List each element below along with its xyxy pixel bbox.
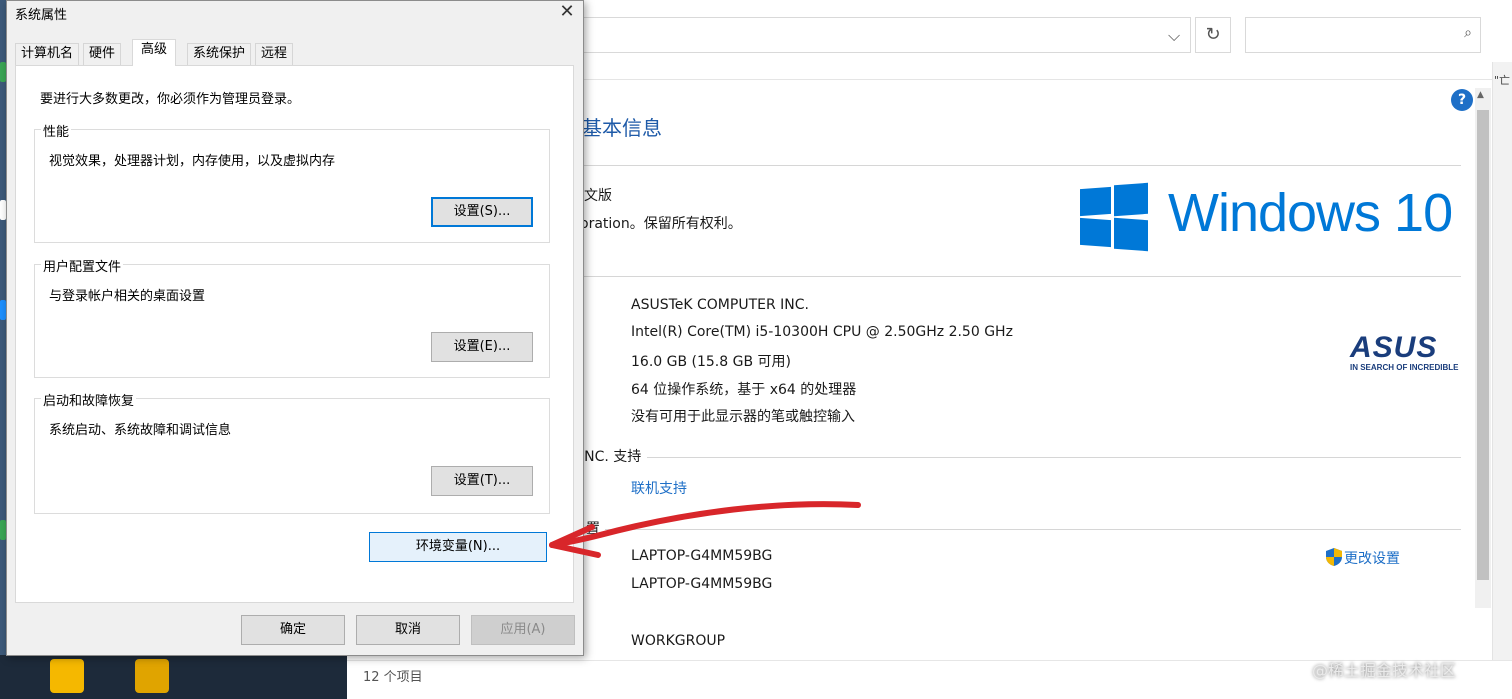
watermark: @稀土掘金技术社区	[1312, 661, 1457, 680]
environment-variables-button[interactable]: 环境变量(N)...	[369, 532, 547, 562]
app-shortcut-icon[interactable]	[135, 659, 169, 693]
system-properties-dialog: 系统属性 ✕ 计算机名 硬件 高级 系统保护 远程 要进行大多数更改，你必须作为…	[6, 0, 584, 656]
scroll-thumb[interactable]	[1477, 110, 1489, 580]
user-profiles-group: 用户配置文件 与登录帐户相关的桌面设置 设置(E)...	[34, 256, 550, 378]
chevron-down-icon[interactable]: ⌵	[1168, 26, 1180, 46]
tab-hardware[interactable]: 硬件	[83, 43, 122, 65]
divider	[579, 276, 1461, 277]
windows-10-logo-text: Windows 10	[1168, 183, 1453, 243]
shield-icon	[1326, 548, 1342, 566]
tab-advanced[interactable]: 高级	[132, 39, 177, 66]
asus-logo-word: ASUS	[1350, 331, 1438, 364]
divider	[647, 457, 1461, 458]
admin-notice: 要进行大多数更改，你必须作为管理员登录。	[40, 92, 301, 107]
group-description: 与登录帐户相关的桌面设置	[49, 289, 206, 304]
adjacent-window-edge	[1492, 62, 1512, 699]
startup-recovery-group: 启动和故障恢复 系统启动、系统故障和调试信息 设置(T)...	[34, 390, 550, 514]
support-section-header: INC. 支持	[580, 449, 642, 465]
group-label: 性能	[41, 121, 72, 140]
search-input[interactable]: ⌕	[1245, 17, 1481, 53]
pen-touch-value: 没有可用于此显示器的笔或触控输入	[631, 409, 855, 425]
user-profiles-settings-button[interactable]: 设置(E)...	[431, 332, 533, 362]
workgroup-value: WORKGROUP	[631, 633, 726, 649]
annotation-arrow-icon	[549, 501, 861, 558]
manufacturer-value: ASUSTeK COMPUTER INC.	[631, 297, 809, 313]
group-description: 系统启动、系统故障和调试信息	[49, 423, 232, 438]
tab-computer-name[interactable]: 计算机名	[15, 43, 80, 65]
group-description: 视觉效果，处理器计划，内存使用，以及虚拟内存	[49, 154, 336, 169]
refresh-button[interactable]: ↻	[1195, 17, 1231, 53]
divider	[579, 165, 1461, 166]
tab-system-protection[interactable]: 系统保护	[187, 43, 252, 65]
help-icon[interactable]: ?	[1451, 89, 1473, 111]
change-settings-link[interactable]: 更改设置	[1344, 548, 1400, 568]
search-icon: ⌕	[1464, 25, 1472, 41]
processor-value: Intel(R) Core(TM) i5-10300H CPU @ 2.50GH…	[631, 324, 1013, 340]
asus-tagline: IN SEARCH OF INCREDIBLE	[1350, 363, 1459, 372]
windows-logo-icon	[1080, 182, 1148, 252]
group-label: 用户配置文件	[41, 256, 124, 275]
cancel-button[interactable]: 取消	[356, 615, 460, 645]
page-title: 基本信息	[582, 116, 662, 140]
performance-settings-button[interactable]: 设置(S)...	[431, 197, 533, 227]
system-type-value: 64 位操作系统，基于 x64 的处理器	[631, 382, 857, 398]
item-count: 12 个项目	[363, 670, 423, 685]
scroll-up-icon[interactable]: ▲	[1477, 90, 1484, 100]
apply-button[interactable]: 应用(A)	[471, 615, 575, 645]
ok-button[interactable]: 确定	[241, 615, 345, 645]
copyright-text: oration。保留所有权利。	[580, 216, 742, 232]
ram-value: 16.0 GB (15.8 GB 可用)	[631, 354, 791, 370]
performance-group: 性能 视觉效果，处理器计划，内存使用，以及虚拟内存 设置(S)...	[34, 121, 550, 243]
taskbar	[0, 655, 347, 699]
word-app-icon[interactable]	[50, 659, 84, 693]
group-label: 启动和故障恢复	[41, 390, 137, 409]
advanced-panel: 要进行大多数更改，你必须作为管理员登录。 性能 视觉效果，处理器计划，内存使用，…	[15, 65, 574, 603]
tab-remote[interactable]: 远程	[255, 43, 294, 65]
startup-recovery-settings-button[interactable]: 设置(T)...	[431, 466, 533, 496]
address-bar[interactable]: ⌵	[577, 17, 1191, 53]
windows-edition: 文版	[584, 188, 612, 204]
close-icon[interactable]: ✕	[552, 1, 582, 25]
dialog-title: 系统属性	[15, 8, 68, 23]
asus-logo: ASUS IN SEARCH OF INCREDIBLE	[1350, 333, 1460, 373]
adjacent-window-text: "亡	[1494, 74, 1511, 87]
full-computer-name-value: LAPTOP-G4MM59BG	[631, 576, 773, 592]
